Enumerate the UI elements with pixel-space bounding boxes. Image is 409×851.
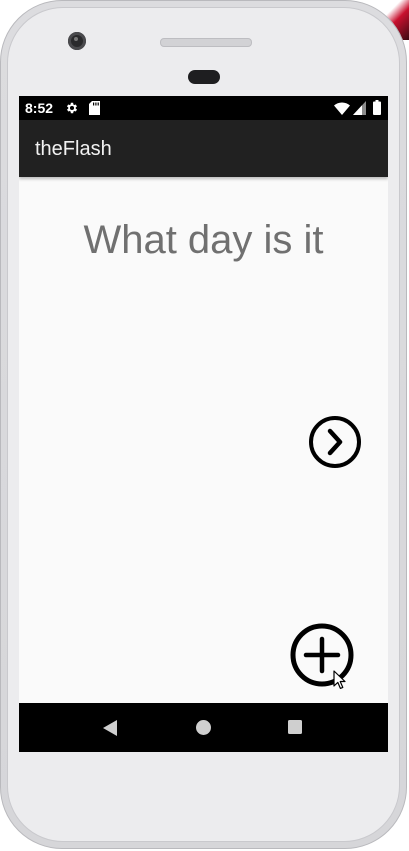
navigation-bar — [19, 703, 388, 752]
device-screen: 8:52 theFlash What day is it — [19, 96, 388, 752]
status-bar: 8:52 — [19, 96, 388, 120]
home-icon[interactable] — [195, 719, 212, 736]
earpiece-speaker — [160, 38, 252, 47]
gear-icon — [66, 102, 78, 114]
proximity-sensor — [188, 70, 220, 84]
front-camera — [68, 32, 86, 50]
status-time: 8:52 — [25, 100, 54, 116]
back-icon[interactable] — [101, 719, 119, 737]
app-title: theFlash — [35, 138, 112, 160]
question-text: What day is it — [83, 218, 324, 262]
sd-card-icon — [89, 101, 100, 115]
signal-icon — [353, 101, 366, 115]
chevron-right-circle-icon[interactable] — [307, 414, 363, 470]
app-bar: theFlash — [19, 120, 388, 177]
recents-icon[interactable] — [287, 719, 303, 735]
wifi-icon — [334, 102, 350, 115]
battery-icon — [373, 100, 381, 115]
mouse-cursor-icon — [333, 670, 346, 689]
